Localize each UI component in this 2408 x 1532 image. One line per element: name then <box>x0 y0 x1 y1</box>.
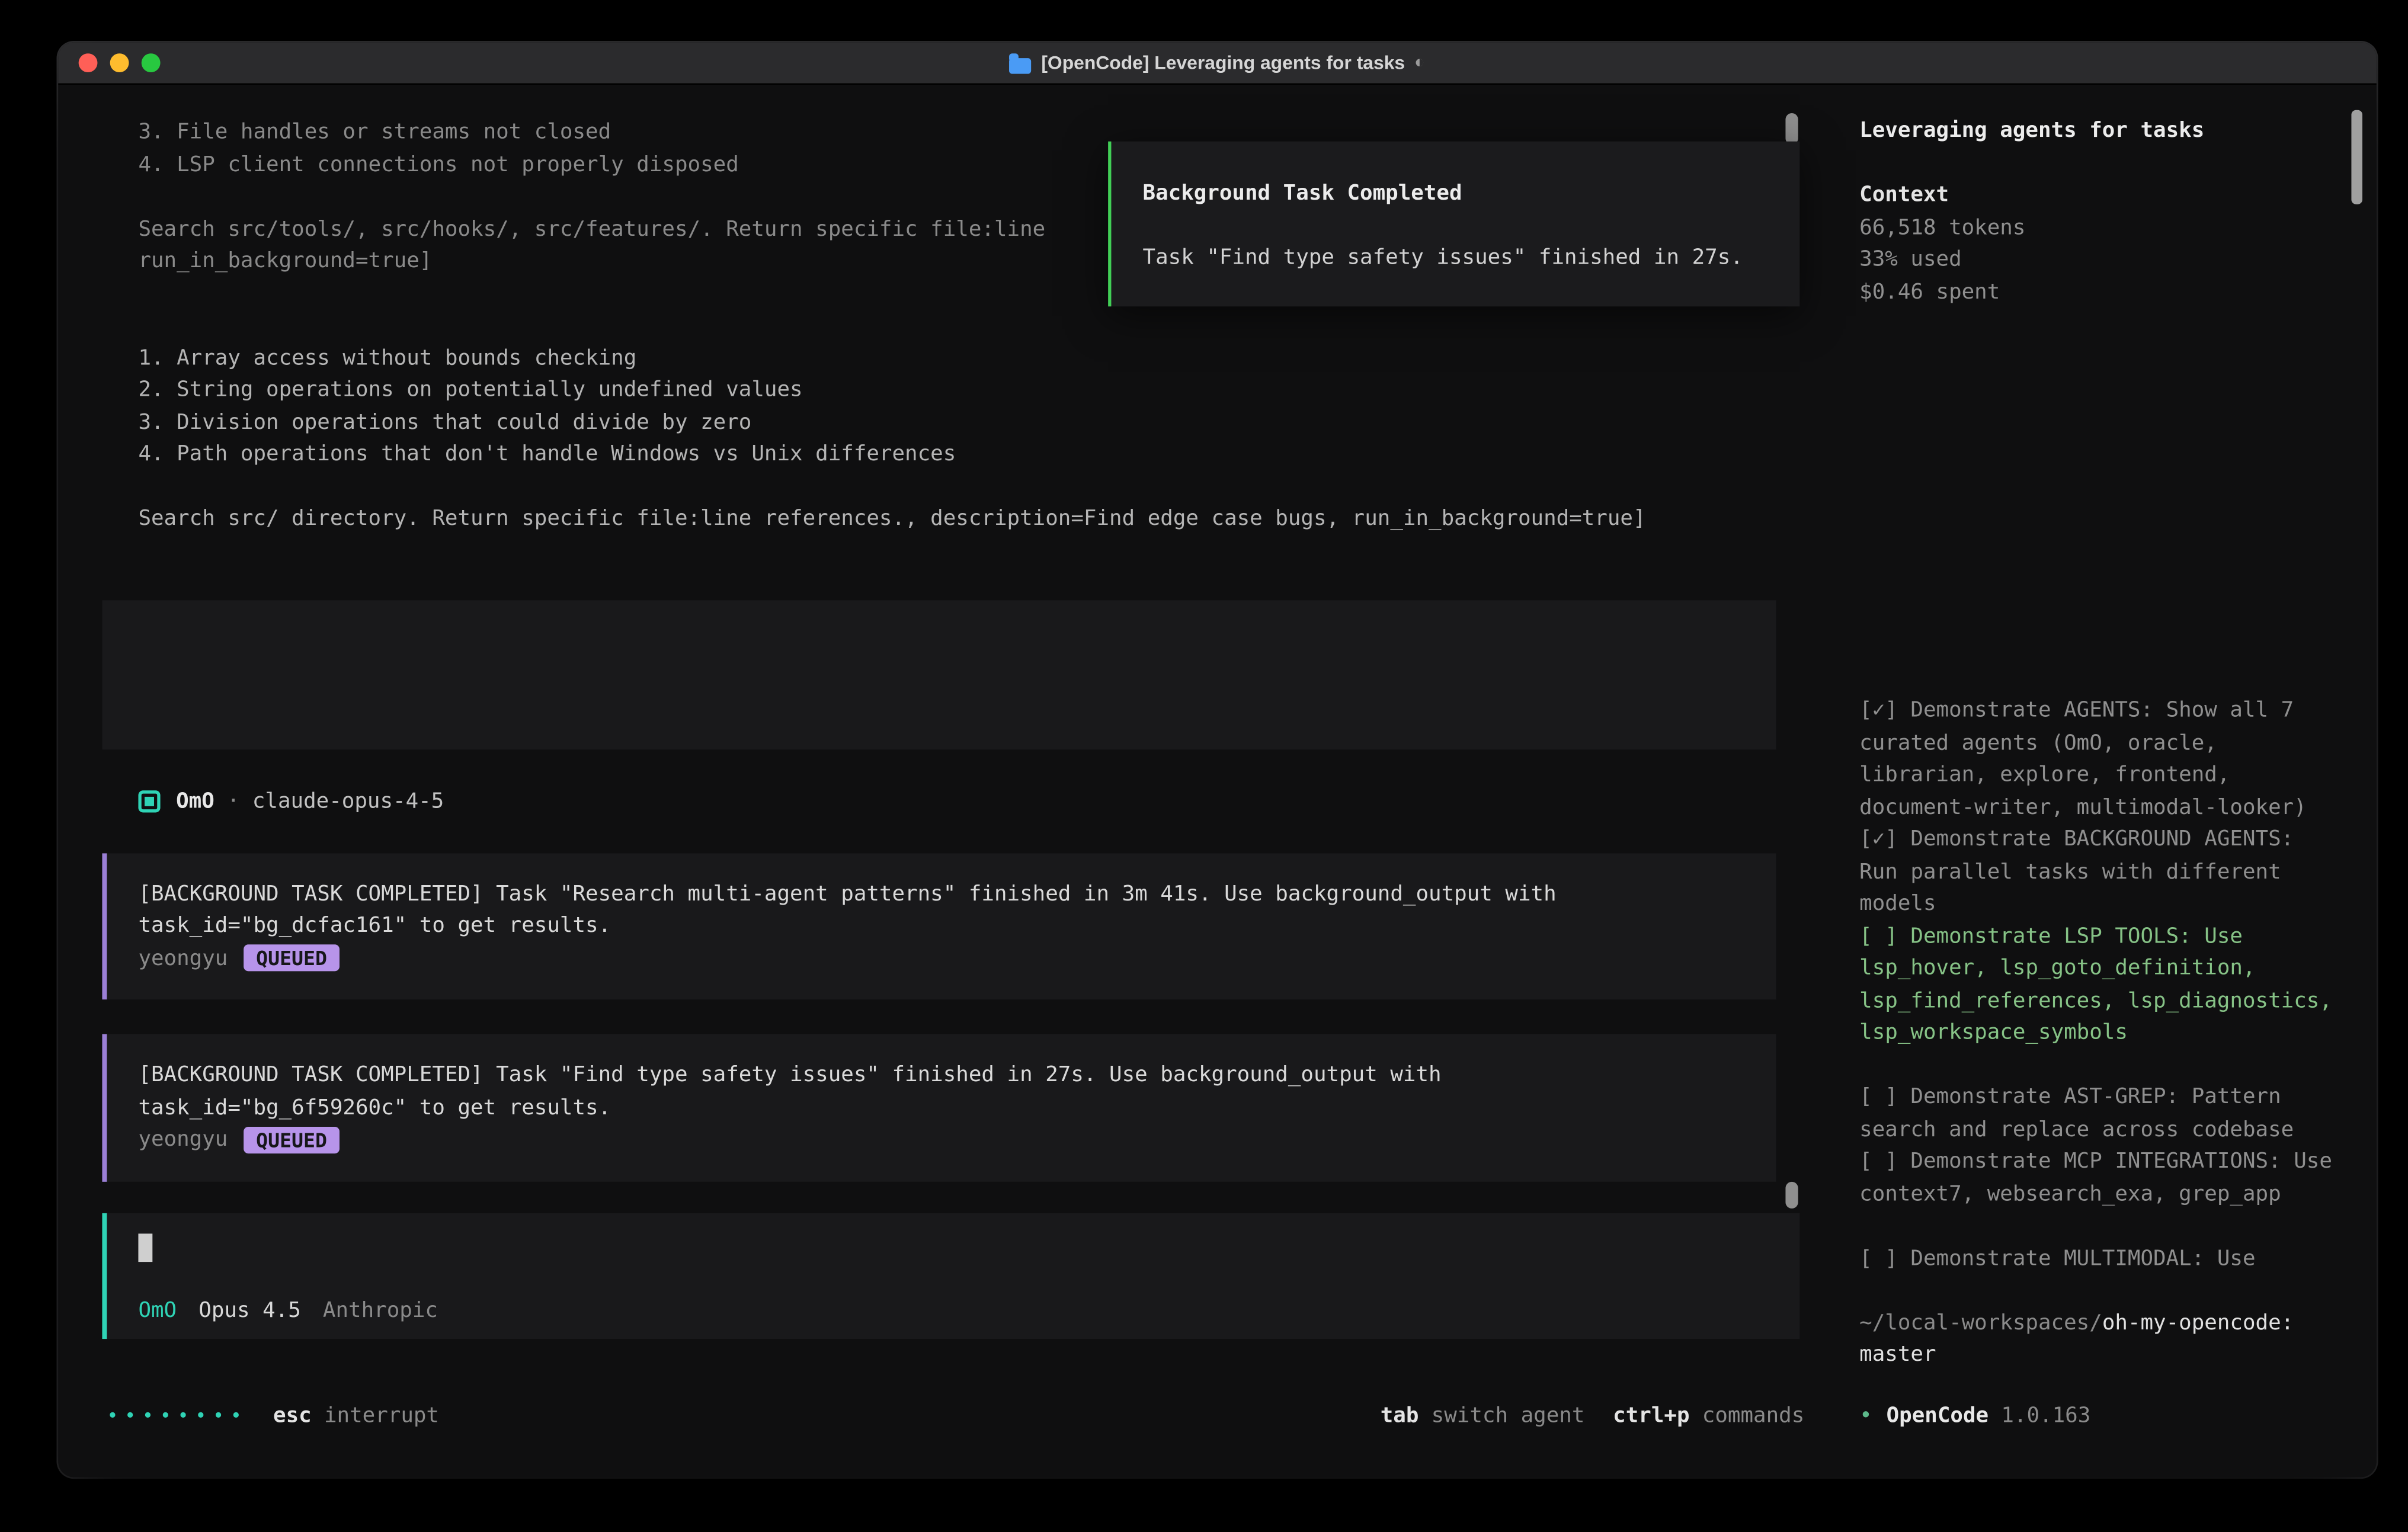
maximize-window-button[interactable] <box>142 53 161 72</box>
close-window-button[interactable] <box>79 53 98 72</box>
workspace-repo: oh-my-opencode: <box>2102 1310 2294 1335</box>
todo-item-pending: [ ] Demonstrate AST-GREP: Pattern search… <box>1859 1081 2339 1146</box>
active-agent-label: OmO <box>138 1294 177 1326</box>
blank-line <box>1859 630 2339 662</box>
message-line: [BACKGROUND TASK COMPLETED] Task "Resear… <box>138 878 1741 910</box>
model-provider-label: Anthropic <box>323 1294 438 1326</box>
workspace-path: ~/local-workspaces/oh-my-opencode: maste… <box>1859 1307 2339 1371</box>
mcp-item: •context7Connected <box>1859 373 2339 405</box>
text-cursor <box>138 1233 152 1261</box>
app-name: OpenCode <box>1887 1403 1989 1428</box>
tool-call-line: 2. String operations on potentially unde… <box>138 374 1776 406</box>
app-version: • OpenCode 1.0.163 <box>1859 1399 2090 1432</box>
tool-call-line: 3. Division operations that could divide… <box>138 406 1776 438</box>
session-title: Leveraging agents for tasks <box>1859 115 2339 147</box>
lsp-item: •typescript <box>1859 566 2339 598</box>
todo-item-pending: [ ] Demonstrate MULTIMODAL: Use <box>1859 1242 2339 1274</box>
bullet-icon: • <box>1859 1403 1872 1428</box>
mcp-item: •websearch_exaConnected <box>1859 437 2339 469</box>
chat-scrollbar-thumb-top[interactable] <box>1785 113 1798 145</box>
todo-item-done: [✓] Demonstrate AGENTS: Show all 7 curat… <box>1859 694 2339 823</box>
notification-body: Task "Find type safety issues" finished … <box>1143 242 1769 274</box>
context-tokens: 66,518 tokens <box>1859 211 2339 243</box>
blank-line <box>1859 1210 2339 1242</box>
app-version-number: 1.0.163 <box>2001 1403 2090 1428</box>
status-bar: •••••••• esc interrupt tab switch agent … <box>107 1399 1804 1432</box>
session-sidebar: Leveraging agents for tasks Context 66,5… <box>1836 85 2377 1476</box>
blank-line <box>137 658 1741 690</box>
todo-item-active: [ ] Demonstrate LSP TOOLS: Use lsp_hover… <box>1859 920 2339 1049</box>
traffic-lights <box>79 43 161 84</box>
tab-action-label: switch agent <box>1432 1403 1585 1428</box>
tool-call-line: 4. Path operations that don't handle Win… <box>138 438 1776 470</box>
window-title-text: [OpenCode] Leveraging agents for tasks <box>1041 52 1405 74</box>
agent-name: OmO <box>176 789 214 814</box>
minimize-window-button[interactable] <box>110 53 129 72</box>
window-title: [OpenCode] Leveraging agents for tasks ◐ <box>1010 52 1424 74</box>
oracle-task-panel[interactable]: ◉Oracle Task "Deep architecture review" … <box>102 600 1776 749</box>
oracle-task-title-row: ◉Oracle Task "Deep architecture review" <box>137 626 1741 658</box>
tab-key-hint: tab <box>1381 1403 1419 1428</box>
sidebar-scrollbar-thumb[interactable] <box>2351 110 2362 204</box>
active-model-label: Opus 4.5 <box>198 1294 301 1326</box>
commands-action-label: commands <box>1702 1403 1805 1428</box>
lsp-item: •eslint <box>1859 598 2339 630</box>
message-meta: yeongyu QUEUED <box>138 942 1741 974</box>
workspace-branch: master <box>1859 1342 1936 1367</box>
message-line: task_id="bg_dcfac161" to get results. <box>138 910 1741 942</box>
blank-line <box>1859 308 2339 340</box>
lsp-item: •markdown-oxide <box>1859 534 2339 566</box>
tool-call-line: 1. Array access without bounds checking <box>138 342 1776 374</box>
blank-line <box>138 568 1776 600</box>
subagent-nav-hint: ctrl+x right, ctrl+x left to navigate be… <box>137 691 1741 723</box>
blank-line <box>1859 469 2339 501</box>
background-task-message: [BACKGROUND TASK COMPLETED] Task "Find t… <box>102 1034 1776 1181</box>
tool-call-line: ⚙call_omo_agent[subagent_type=explore, p… <box>138 310 1776 342</box>
esc-key-hint: esc <box>273 1403 312 1428</box>
status-badge: QUEUED <box>244 945 340 972</box>
terminal-window: [OpenCode] Leveraging agents for tasks ◐… <box>58 43 2377 1477</box>
tool-call-line: Search src/ directory. Return specific f… <box>138 503 1776 535</box>
message-author: yeongyu <box>138 946 228 970</box>
blank-line <box>1859 1274 2339 1306</box>
blank-line <box>138 535 1776 567</box>
blank-line <box>138 470 1776 502</box>
chat-pane: 3. File handles or streams not closed 4.… <box>58 85 1836 1476</box>
spinner-dots-icon: •••••••• <box>107 1404 248 1426</box>
status-badge: QUEUED <box>244 1126 340 1153</box>
notification-title: Background Task Completed <box>1143 178 1769 210</box>
message-meta: yeongyu QUEUED <box>138 1124 1741 1156</box>
lsp-section-heading[interactable]: ▼LSP <box>1859 501 2339 533</box>
context-heading: Context <box>1859 179 2339 211</box>
notification-toast: Background Task Completed Task "Find typ… <box>1108 142 1799 307</box>
todo-item-pending: [ ] Demonstrate MCP INTEGRATIONS: Use co… <box>1859 1146 2339 1210</box>
context-used: 33% used <box>1859 243 2339 275</box>
esc-action-label: interrupt <box>324 1403 439 1428</box>
todo-item-done: [✓] Demonstrate BACKGROUND AGENTS: Run p… <box>1859 823 2339 920</box>
workspace-path-prefix: ~/local-workspaces/ <box>1859 1310 2102 1335</box>
window-titlebar[interactable]: [OpenCode] Leveraging agents for tasks ◐ <box>58 43 2377 85</box>
prompt-input[interactable]: OmO Opus 4.5 Anthropic <box>102 1213 1799 1338</box>
mcp-section-heading[interactable]: ▼MCP <box>1859 340 2339 372</box>
context-spent: $0.46 spent <box>1859 276 2339 308</box>
folder-icon <box>1010 57 1032 73</box>
agent-checkbox-icon <box>138 791 160 813</box>
separator-dot: · <box>227 789 240 814</box>
background-task-message: [BACKGROUND TASK COMPLETED] Task "Resear… <box>102 852 1776 999</box>
message-author: yeongyu <box>138 1127 228 1152</box>
agent-session-header[interactable]: OmO · claude-opus-4-5 <box>138 786 1776 818</box>
todo-section-heading[interactable]: ▼Todo <box>1859 662 2339 694</box>
blank-line <box>1859 1049 2339 1081</box>
commands-key-hint: ctrl+p <box>1613 1403 1689 1428</box>
message-line: task_id="bg_6f59260c" to get results. <box>138 1091 1741 1123</box>
busy-indicator-icon: ◐ <box>1414 53 1425 72</box>
desktop-background: [OpenCode] Leveraging agents for tasks ◐… <box>0 0 2408 1532</box>
input-meta-row: OmO Opus 4.5 Anthropic <box>138 1294 1768 1326</box>
agent-model: claude-opus-4-5 <box>252 789 444 814</box>
blank-line <box>1859 147 2339 179</box>
chat-scrollbar-thumb-bottom[interactable] <box>1785 1182 1798 1209</box>
mcp-item: •grep_appConnected <box>1859 405 2339 437</box>
message-line: [BACKGROUND TASK COMPLETED] Task "Find t… <box>138 1059 1741 1091</box>
